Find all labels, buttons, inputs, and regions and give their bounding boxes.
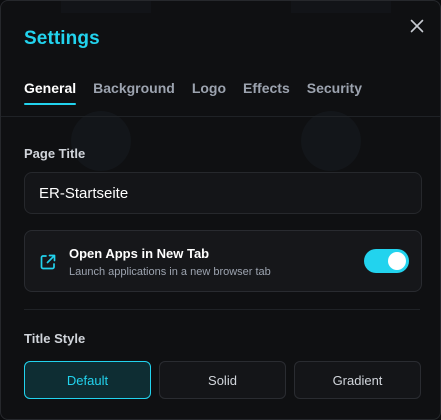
toggle-knob xyxy=(388,252,406,270)
external-link-icon xyxy=(40,254,56,270)
page-title-label: Page Title xyxy=(24,146,86,161)
tab-logo[interactable]: Logo xyxy=(192,80,226,105)
open-apps-description: Launch applications in a new browser tab xyxy=(69,266,271,278)
title-style-label: Title Style xyxy=(24,331,86,346)
tab-bar: General Background Logo Effects Security xyxy=(24,80,379,105)
tab-general[interactable]: General xyxy=(24,80,77,105)
page-title-input[interactable] xyxy=(24,172,422,214)
title-style-options: Default Solid Gradient xyxy=(24,361,421,399)
open-apps-toggle[interactable] xyxy=(364,249,409,273)
close-icon xyxy=(410,19,424,33)
open-apps-title: Open Apps in New Tab xyxy=(69,246,210,261)
tab-background[interactable]: Background xyxy=(93,80,175,105)
title-style-solid-button[interactable]: Solid xyxy=(159,361,286,399)
tab-effects[interactable]: Effects xyxy=(243,80,290,105)
open-apps-new-tab-card: Open Apps in New Tab Launch applications… xyxy=(24,230,422,292)
close-button[interactable] xyxy=(406,15,428,37)
section-divider xyxy=(24,309,420,310)
title-style-gradient-button[interactable]: Gradient xyxy=(294,361,421,399)
title-style-default-button[interactable]: Default xyxy=(24,361,151,399)
tab-security[interactable]: Security xyxy=(307,80,362,105)
dialog-title: Settings xyxy=(24,28,100,49)
settings-dialog: Settings General Background Logo Effects… xyxy=(0,0,441,420)
tab-divider xyxy=(1,116,440,117)
